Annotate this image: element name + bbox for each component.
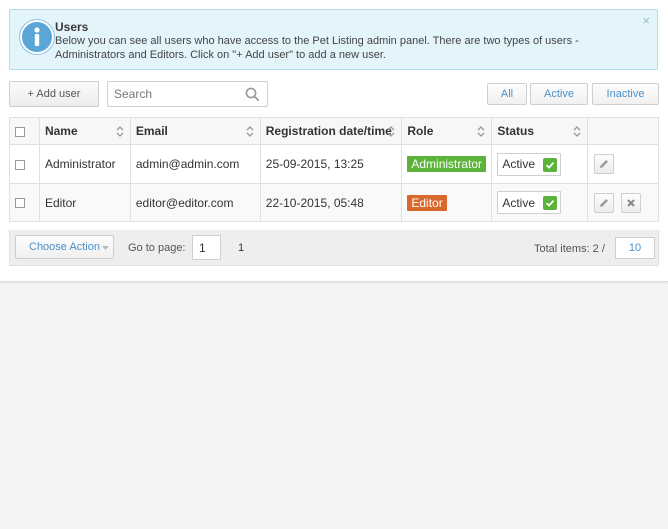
role-cell: Editor <box>401 183 493 222</box>
status-value: Active <box>502 195 536 210</box>
add-user-button[interactable]: + Add user <box>9 81 99 107</box>
pencil-icon <box>600 198 609 207</box>
info-icon <box>20 20 54 54</box>
goto-page-label: Go to page: <box>128 242 186 254</box>
close-icon <box>626 198 635 207</box>
row-checkbox[interactable] <box>15 159 25 170</box>
status-cell: Active <box>491 183 589 222</box>
user-registered: 25-09-2015, 13:25 <box>259 144 403 184</box>
table-row: Administrator admin@admin.com 25-09-2015… <box>9 144 659 184</box>
user-email: admin@admin.com <box>129 144 261 184</box>
column-status[interactable]: Status <box>491 117 589 145</box>
user-name: Administrator <box>38 144 131 184</box>
edit-button[interactable] <box>594 154 615 174</box>
per-page-select[interactable]: 10 <box>615 237 655 259</box>
check-icon <box>543 157 558 172</box>
page-count: 1 <box>238 242 245 254</box>
edit-button[interactable] <box>594 192 615 213</box>
filter-inactive-button[interactable]: Inactive <box>592 83 659 105</box>
pencil-icon <box>600 160 609 168</box>
status-cell: Active <box>491 144 589 184</box>
column-registration[interactable]: Registration date/time <box>259 117 403 145</box>
search-icon[interactable] <box>245 87 260 105</box>
column-label: Role <box>407 124 434 138</box>
select-all-cell <box>9 117 40 145</box>
row-select-cell <box>9 183 40 222</box>
user-email: editor@editor.com <box>129 183 261 222</box>
sort-icon[interactable] <box>246 126 254 137</box>
alert-text: Below you can see all users who have acc… <box>55 35 579 61</box>
role-cell: Administrator <box>401 144 493 184</box>
sort-icon[interactable] <box>116 126 124 137</box>
filter-active-button[interactable]: Active <box>530 83 588 105</box>
actions-cell <box>587 144 659 184</box>
column-role[interactable]: Role <box>401 117 493 145</box>
column-label: Name <box>44 124 78 138</box>
column-email[interactable]: Email <box>129 117 261 145</box>
delete-button[interactable] <box>620 192 641 213</box>
search-input[interactable] <box>108 82 238 106</box>
search-field[interactable] <box>107 81 268 107</box>
status-select[interactable]: Active <box>497 191 562 214</box>
sort-icon[interactable] <box>477 126 485 137</box>
column-actions <box>587 117 659 145</box>
column-name[interactable]: Name <box>38 117 131 145</box>
users-table: Name Email Registration date/time Role S… <box>9 117 659 222</box>
select-all-checkbox[interactable] <box>15 126 25 137</box>
users-panel: Users Below you can see all users who ha… <box>0 0 668 282</box>
table-header-row: Name Email Registration date/time Role S… <box>9 117 659 145</box>
close-icon[interactable]: × <box>642 13 650 28</box>
filter-all-button[interactable]: All <box>487 83 527 105</box>
status-value: Active <box>502 157 536 171</box>
row-checkbox[interactable] <box>15 198 25 209</box>
role-badge: Editor <box>407 194 447 211</box>
column-label: Email <box>135 124 168 138</box>
page-input[interactable]: 1 <box>192 235 221 260</box>
role-badge: Administrator <box>407 156 487 172</box>
user-registered: 22-10-2015, 05:48 <box>259 183 403 222</box>
info-alert: Users Below you can see all users who ha… <box>9 9 658 70</box>
choose-action-label: Choose Action <box>29 241 100 253</box>
sort-icon[interactable] <box>387 126 395 137</box>
row-select-cell <box>9 144 40 184</box>
sort-icon[interactable] <box>573 126 581 137</box>
user-name: Editor <box>38 183 131 222</box>
check-icon <box>543 196 558 210</box>
column-label: Registration date/time <box>265 124 392 138</box>
table-footer: Choose Action Go to page: 1 1 Total item… <box>9 230 659 266</box>
table-row: Editor editor@editor.com 22-10-2015, 05:… <box>9 183 659 222</box>
choose-action-dropdown[interactable]: Choose Action <box>15 235 114 259</box>
chevron-down-icon <box>102 246 109 250</box>
status-select[interactable]: Active <box>497 152 562 176</box>
alert-title: Users <box>55 20 89 34</box>
actions-cell <box>587 183 659 222</box>
column-label: Status <box>497 124 535 138</box>
total-items-label: Total items: 2 / <box>534 243 605 255</box>
